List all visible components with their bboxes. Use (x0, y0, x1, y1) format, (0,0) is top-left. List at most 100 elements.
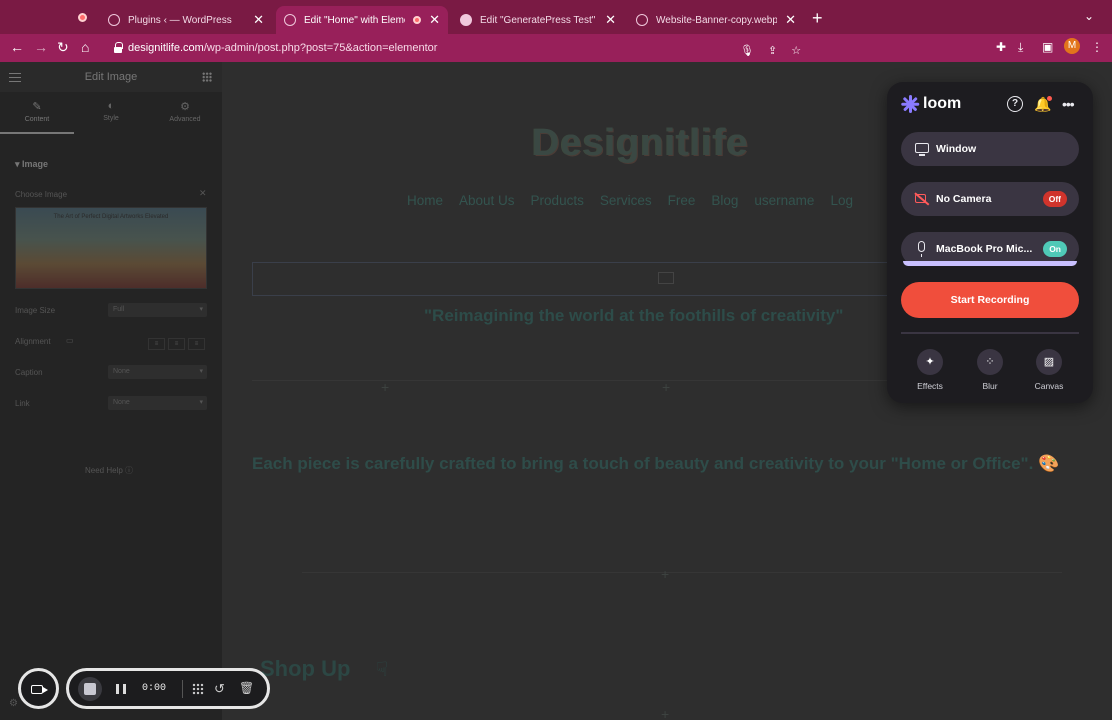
video-camera-icon (31, 685, 48, 694)
sidebar-icon[interactable]: ▣ (1042, 39, 1053, 55)
camera-toggle[interactable]: Off (1042, 191, 1067, 207)
drawing-tools-icon[interactable] (192, 683, 204, 695)
globe-icon (108, 14, 120, 26)
recording-indicator-icon (78, 13, 87, 22)
widgets-grid-icon[interactable] (202, 72, 212, 82)
puzzle-extensions-icon[interactable]: ✚ (996, 39, 1006, 55)
microphone-toggle[interactable]: On (1043, 241, 1067, 257)
close-tab-icon[interactable]: ✕ (253, 12, 264, 28)
panel-title: Edit Image (84, 71, 138, 83)
help-icon[interactable]: ? (1007, 96, 1023, 112)
loom-logo-icon (901, 95, 920, 113)
trash-icon[interactable]: 🗑 (239, 681, 254, 695)
camera-bubble-button[interactable] (18, 668, 59, 709)
tab-elementor-home[interactable]: Edit "Home" with Elementor ✕ (276, 6, 448, 34)
nav-about-us[interactable]: About Us (459, 193, 515, 208)
nav-blog[interactable]: Blog (711, 193, 738, 208)
address-bar[interactable]: designitlife.com/wp-admin/post.php?post=… (106, 37, 801, 59)
url-path: /wp-admin/post.php?post=75&action=elemen… (203, 42, 438, 54)
add-element-icon[interactable]: + (661, 706, 669, 720)
tab-content[interactable]: ✎ Content (0, 100, 74, 123)
microphone-icon[interactable]: 🎙 (740, 44, 754, 57)
nav-home[interactable]: Home (407, 193, 443, 208)
close-tab-icon[interactable]: ✕ (605, 12, 616, 28)
divider (901, 332, 1079, 334)
link-label: Link (15, 399, 30, 408)
restart-icon[interactable]: ↺ (214, 681, 225, 697)
camera-select[interactable]: No Camera Off (901, 182, 1079, 216)
microphone-select[interactable]: MacBook Pro Mic... On (901, 232, 1079, 266)
tab-generatepress[interactable]: Edit "GeneratePress Test" with ✕ (452, 6, 624, 34)
image-size-select[interactable]: Full (108, 303, 207, 317)
section-image-toggle[interactable]: ▾ Image (15, 159, 48, 170)
add-element-icon[interactable]: + (661, 566, 669, 582)
close-tab-icon[interactable]: ✕ (429, 12, 440, 28)
panel-header: Edit Image (0, 62, 222, 92)
active-tab-indicator (0, 132, 74, 134)
wordpress-icon (460, 14, 472, 26)
canvas-button[interactable]: ▨ Canvas (1029, 349, 1069, 391)
align-right-button[interactable]: ≡ (188, 338, 205, 350)
image-placeholder-icon (658, 272, 674, 284)
tab-banner-webp[interactable]: Website-Banner-copy.webp ( ✕ (628, 6, 804, 34)
nav-free[interactable]: Free (668, 193, 696, 208)
browser-tab-bar: Plugins ‹ — WordPress ✕ Edit "Home" with… (0, 0, 1112, 34)
divider (302, 572, 1062, 573)
settings-gear-icon[interactable]: ⚙ (9, 698, 18, 709)
lock-icon (114, 42, 123, 53)
bookmark-star-icon[interactable]: ☆ (791, 44, 801, 57)
site-nav: Home About Us Products Services Free Blo… (407, 193, 853, 208)
camera-off-icon (915, 194, 926, 203)
recording-control-bar: 0:00 ↺ 🗑 (66, 668, 270, 709)
blur-button[interactable]: ⁘ Blur (970, 349, 1010, 391)
start-recording-button[interactable]: Start Recording (901, 282, 1079, 318)
chevron-down-icon[interactable]: ⌄ (1084, 9, 1094, 23)
close-tab-icon[interactable]: ✕ (785, 12, 796, 28)
browser-toolbar: ← → ↻ ⌂ designitlife.com/wp-admin/post.p… (0, 34, 1112, 88)
image-icon: ▨ (1036, 349, 1062, 375)
tab-advanced[interactable]: ⚙ Advanced (148, 100, 222, 123)
effects-button[interactable]: ✦ Effects (910, 349, 950, 391)
align-left-button[interactable]: ≡ (148, 338, 165, 350)
new-tab-icon[interactable]: + (812, 8, 823, 29)
image-thumbnail[interactable]: The Art of Perfect Digital Artworks Elev… (15, 207, 207, 289)
download-icon[interactable]: ⤓ (1018, 39, 1023, 55)
add-element-icon[interactable]: + (662, 379, 670, 395)
responsive-desktop-icon[interactable]: ▭ (66, 336, 74, 345)
more-horizontal-icon[interactable]: ••• (1062, 96, 1075, 112)
nav-username[interactable]: username (754, 193, 814, 208)
alignment-buttons: ≡ ≡ ≡ (148, 338, 205, 350)
reload-icon[interactable]: ↻ (57, 39, 69, 55)
capture-mode-select[interactable]: Window (901, 132, 1079, 166)
home-icon[interactable]: ⌂ (81, 39, 89, 55)
add-element-icon[interactable]: + (381, 379, 389, 395)
nav-services[interactable]: Services (600, 193, 652, 208)
recording-timer: 0:00 (142, 683, 167, 694)
nav-products[interactable]: Products (531, 193, 584, 208)
image-size-label: Image Size (15, 306, 56, 315)
align-center-button[interactable]: ≡ (168, 338, 185, 350)
avatar[interactable]: M (1064, 38, 1080, 54)
caption-select[interactable]: None (108, 365, 207, 379)
share-icon[interactable]: ⇪ (768, 44, 777, 57)
nav-log[interactable]: Log (830, 193, 853, 208)
gear-icon: ⚙ (180, 101, 190, 113)
url-host: designitlife.com (128, 42, 204, 54)
dynamic-tags-icon[interactable]: ✕ (199, 188, 207, 199)
more-vertical-icon[interactable]: ⋮ (1091, 39, 1103, 55)
back-icon[interactable]: ← (10, 39, 24, 55)
caption-label: Caption (15, 368, 43, 377)
loom-logo: loom (901, 95, 961, 113)
choose-image-label: Choose Image (15, 190, 68, 199)
pause-icon[interactable] (116, 684, 126, 694)
link-select[interactable]: None (108, 396, 207, 410)
tab-plugins[interactable]: Plugins ‹ — WordPress ✕ (100, 6, 272, 34)
globe-icon (636, 14, 648, 26)
need-help-link[interactable]: Need Help ⓘ (85, 465, 133, 476)
forward-icon[interactable]: → (34, 39, 48, 55)
pointing-hand-icon: ☟ (376, 659, 389, 681)
microphone-icon (918, 241, 925, 257)
tab-style[interactable]: ◐ Style (74, 100, 148, 122)
monitor-icon (915, 143, 929, 156)
stop-recording-button[interactable] (78, 677, 102, 701)
